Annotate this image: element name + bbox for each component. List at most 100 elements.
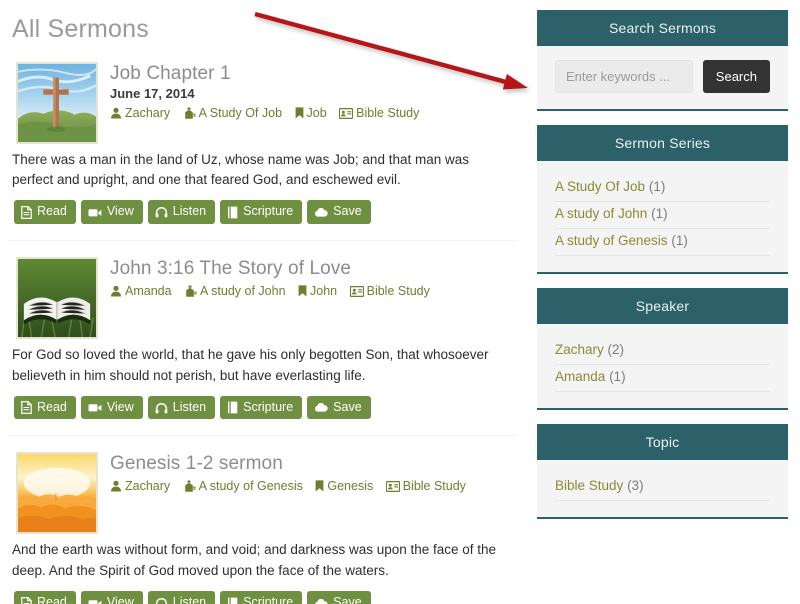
read-button-label: Read: [37, 595, 67, 604]
sermon-excerpt: There was a man in the land of Uz, whose…: [12, 151, 469, 188]
topic-link[interactable]: Bible Study (3): [555, 474, 770, 500]
listen-button[interactable]: Listen: [147, 200, 216, 224]
series-link[interactable]: A study of John (1): [555, 202, 770, 228]
sermon-series-label: A study of John: [200, 283, 286, 298]
sermon-topic-label: Bible Study: [356, 106, 420, 121]
save-button[interactable]: Save: [307, 395, 371, 420]
sermon-topic[interactable]: Bible Study: [385, 477, 466, 496]
sermon-thumbnail-open-bible[interactable]: [16, 256, 98, 339]
series-link[interactable]: A study of Genesis (1): [555, 229, 770, 255]
scripture-button[interactable]: Scripture: [220, 200, 303, 224]
read-button[interactable]: Read: [14, 591, 76, 604]
series-widget-heading: Sermon Series: [537, 125, 788, 161]
church-icon: [183, 107, 196, 120]
cloud-download-icon: [314, 207, 328, 218]
sermon-speaker[interactable]: Zachary: [110, 104, 170, 123]
list-item: Amanda (1): [555, 365, 770, 392]
sermon-book[interactable]: Job: [295, 104, 327, 123]
page-title: All Sermons: [12, 15, 149, 43]
scripture-button[interactable]: Scripture: [220, 395, 303, 420]
sermon-book[interactable]: Genesis: [315, 477, 373, 496]
sermon-series[interactable]: A study of John: [184, 282, 286, 301]
topic-widget-body: Bible Study (3): [537, 460, 788, 519]
scripture-button-label: Scripture: [243, 595, 294, 604]
scripture-button-label: Scripture: [243, 399, 294, 414]
search-button[interactable]: Search: [702, 60, 770, 93]
save-button-label: Save: [333, 399, 362, 414]
speaker-link[interactable]: Amanda (1): [555, 365, 770, 391]
sermon-speaker-label: Zachary: [125, 106, 171, 121]
sermon-thumbnail-cross-on-hillside[interactable]: [16, 61, 98, 144]
read-button-label: Read: [37, 204, 67, 219]
church-icon: [183, 480, 196, 493]
sermon-book[interactable]: John: [298, 282, 337, 301]
sermon-speaker-label: Amanda: [125, 283, 172, 298]
sermon-action-buttons: Read View Listen Scripture Save: [14, 591, 512, 604]
sermons-page: All Sermons Job Chapter 1 June 17, 2014 …: [0, 0, 800, 604]
sermon-book-label: John: [310, 283, 338, 298]
sermon-speaker[interactable]: Zachary: [110, 477, 170, 496]
series-count: (1): [651, 206, 668, 221]
listen-button[interactable]: Listen: [147, 395, 216, 420]
speaker-widget-heading: Speaker: [537, 288, 788, 324]
topic-label: Bible Study: [555, 478, 624, 493]
bookmark-icon: [315, 480, 324, 492]
speaker-label: Amanda: [555, 369, 606, 384]
headphones-icon: [155, 597, 168, 604]
sermon-excerpt: And the earth was without form, and void…: [12, 542, 497, 579]
listen-button-label: Listen: [172, 399, 207, 414]
sermon-series[interactable]: A Study Of Job: [183, 104, 282, 123]
sidebar: Search Sermons Search Sermon Series A St…: [530, 0, 800, 604]
listen-button-label: Listen: [172, 204, 207, 219]
list-item: Zachary (2): [555, 338, 770, 365]
list-item: A Study Of Job (1): [555, 175, 770, 202]
user-icon: [110, 285, 122, 297]
series-link[interactable]: A Study Of Job (1): [555, 175, 770, 201]
user-icon: [110, 107, 122, 119]
sermon-excerpt: For God so loved the world, that he gave…: [12, 346, 489, 383]
topic-count: (3): [627, 478, 644, 493]
file-text-icon: [21, 596, 32, 604]
video-camera-icon: [88, 598, 102, 604]
view-button[interactable]: View: [80, 200, 143, 224]
video-camera-icon: [88, 402, 102, 413]
sermon-topic[interactable]: Bible Study: [349, 282, 430, 301]
scripture-button[interactable]: Scripture: [220, 591, 303, 604]
save-button-label: Save: [333, 204, 362, 219]
save-button[interactable]: Save: [307, 200, 371, 224]
view-button[interactable]: View: [80, 591, 143, 604]
speaker-widget: Speaker Zachary (2) Amanda (1): [537, 288, 788, 410]
view-button[interactable]: View: [80, 395, 143, 420]
sermon-topic[interactable]: Bible Study: [339, 104, 419, 123]
sermon-topic-label: Bible Study: [402, 479, 466, 494]
book-icon: [227, 401, 238, 414]
id-card-icon: [339, 108, 354, 120]
read-button[interactable]: Read: [14, 200, 76, 224]
speaker-list: Zachary (2) Amanda (1): [555, 338, 770, 392]
save-button-label: Save: [333, 595, 362, 604]
listen-button[interactable]: Listen: [147, 591, 216, 604]
file-text-icon: [21, 401, 32, 415]
speaker-widget-body: Zachary (2) Amanda (1): [537, 324, 788, 410]
read-button[interactable]: Read: [14, 395, 76, 420]
view-button-label: View: [106, 399, 134, 414]
sermon-series[interactable]: A study of Genesis: [183, 477, 303, 496]
series-label: A Study Of Job: [555, 179, 646, 194]
bookmark-icon: [298, 285, 307, 297]
speaker-count: (2): [607, 342, 625, 357]
sermon-speaker[interactable]: Amanda: [110, 282, 172, 301]
search-input[interactable]: [555, 60, 693, 93]
sermon-item: Job Chapter 1 June 17, 2014 Zachary A St…: [8, 56, 516, 234]
headphones-icon: [155, 402, 168, 414]
search-sermons-widget: Search Sermons Search: [537, 10, 788, 111]
series-list: A Study Of Job (1) A study of John (1) A…: [555, 175, 770, 256]
sermon-thumbnail-orange-sunrise[interactable]: [16, 452, 98, 535]
sermon-speaker-label: Zachary: [125, 479, 171, 494]
id-card-icon: [385, 481, 400, 493]
user-icon: [110, 480, 122, 492]
save-button[interactable]: Save: [307, 591, 371, 604]
topic-list: Bible Study (3): [555, 474, 770, 501]
speaker-count: (1): [609, 369, 626, 384]
speaker-link[interactable]: Zachary (2): [555, 338, 770, 364]
headphones-icon: [155, 206, 168, 218]
